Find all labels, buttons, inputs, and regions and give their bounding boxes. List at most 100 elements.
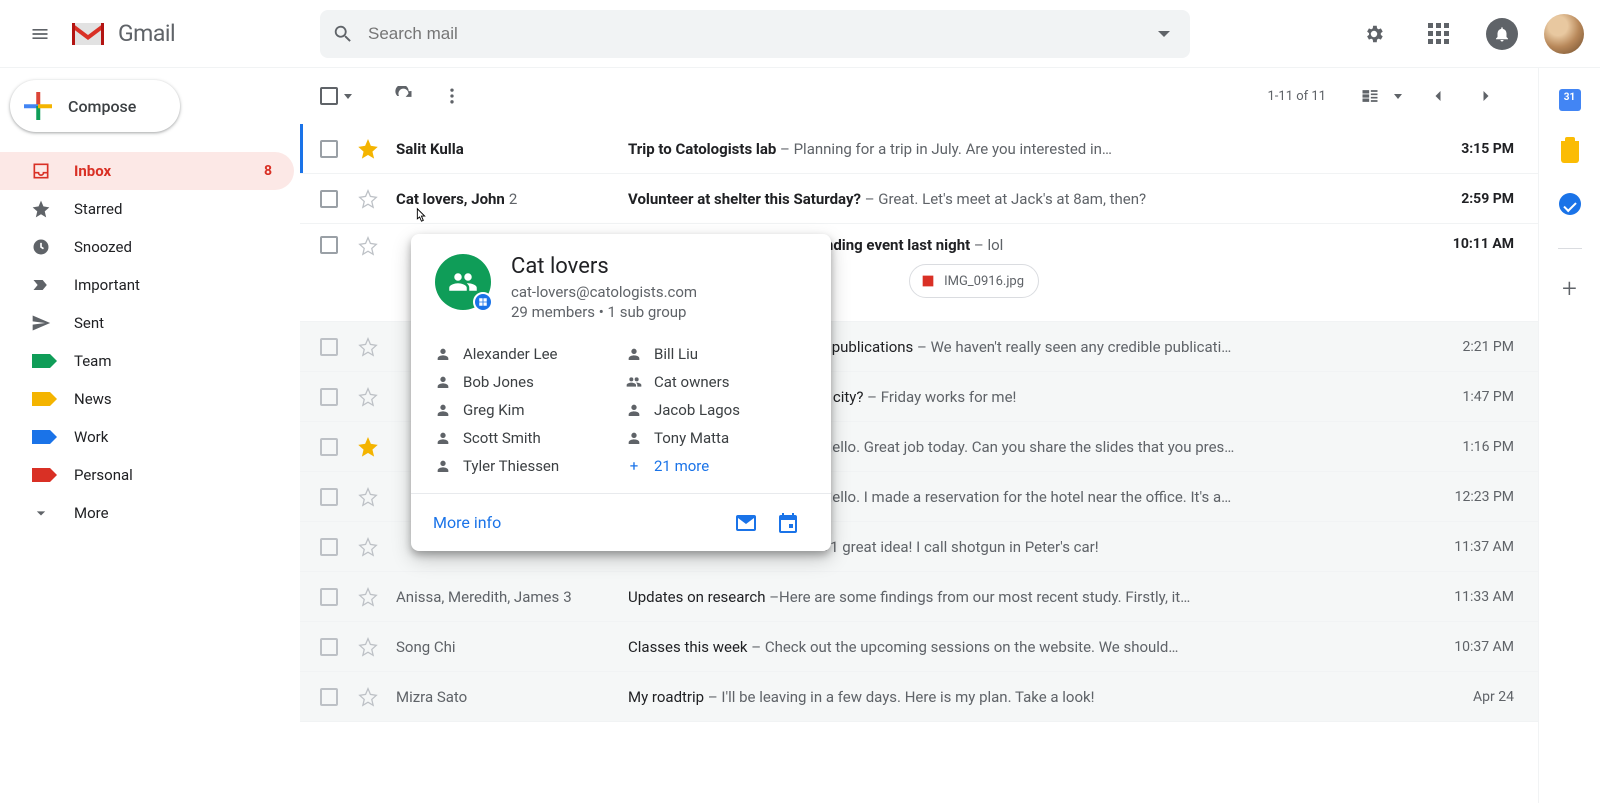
- member-item[interactable]: Bob Jones: [435, 373, 616, 391]
- mail-subject-line: Updates on research –Here are some findi…: [628, 588, 1430, 606]
- person-icon: [626, 430, 642, 446]
- member-item[interactable]: Tyler Thiessen: [435, 457, 616, 475]
- nav-starred[interactable]: Starred: [0, 190, 294, 228]
- mail-checkbox[interactable]: [320, 538, 338, 556]
- density-dropdown[interactable]: [1394, 94, 1402, 99]
- mail-checkbox[interactable]: [320, 588, 338, 606]
- account-avatar[interactable]: [1544, 14, 1584, 54]
- member-item[interactable]: Tony Matta: [626, 429, 807, 447]
- refresh-icon: [394, 86, 414, 106]
- star-toggle[interactable]: [358, 189, 378, 209]
- mail-checkbox[interactable]: [320, 190, 338, 208]
- member-item[interactable]: Bill Liu: [626, 345, 807, 363]
- member-item[interactable]: Scott Smith: [435, 429, 616, 447]
- star-toggle[interactable]: [358, 337, 378, 357]
- group-icon: [448, 267, 478, 297]
- members-more-link[interactable]: +21 more: [626, 457, 807, 475]
- nav-important[interactable]: Important: [0, 266, 294, 304]
- hamburger-icon: [30, 24, 50, 44]
- mail-checkbox[interactable]: [320, 638, 338, 656]
- star-toggle[interactable]: [358, 537, 378, 557]
- mail-sender: Mizra Sato: [396, 688, 628, 706]
- notifications-button[interactable]: [1480, 12, 1524, 56]
- star-toggle[interactable]: [358, 637, 378, 657]
- mail-subject-line: Classes this week – Check out the upcomi…: [628, 638, 1430, 656]
- pagination-range: 1-11 of 11: [1267, 89, 1326, 104]
- star-toggle[interactable]: [358, 387, 378, 407]
- mail-row[interactable]: Anissa, Meredith, James3 Updates on rese…: [300, 572, 1538, 622]
- mail-row[interactable]: Cat lovers, John2 Volunteer at shelter t…: [300, 174, 1538, 224]
- send-email-button[interactable]: [725, 502, 767, 544]
- search-bar[interactable]: [320, 10, 1190, 58]
- star-toggle[interactable]: [358, 487, 378, 507]
- label-icon: [30, 350, 52, 372]
- mail-checkbox[interactable]: [320, 338, 338, 356]
- page-prev-button[interactable]: [1418, 76, 1458, 116]
- refresh-button[interactable]: [384, 76, 424, 116]
- density-icon: [1360, 86, 1380, 106]
- group-icon: [626, 374, 642, 390]
- cursor-pointer-icon: [410, 206, 432, 232]
- schedule-event-button[interactable]: [767, 502, 809, 544]
- mail-time: 11:33 AM: [1454, 589, 1514, 605]
- select-dropdown[interactable]: [344, 94, 352, 99]
- more-info-link[interactable]: More info: [433, 513, 501, 532]
- member-item[interactable]: Alexander Lee: [435, 345, 616, 363]
- nav-snoozed[interactable]: Snoozed: [0, 228, 294, 266]
- search-input[interactable]: [368, 24, 1158, 44]
- member-item[interactable]: Greg Kim: [435, 401, 616, 419]
- mail-sender: Anissa, Meredith, James3: [396, 588, 628, 606]
- mail-checkbox[interactable]: [320, 236, 338, 254]
- more-actions-button[interactable]: [432, 76, 472, 116]
- mail-checkbox[interactable]: [320, 688, 338, 706]
- mail-row[interactable]: Salit Kulla Trip to Catologists lab – Pl…: [300, 124, 1538, 174]
- display-density-button[interactable]: [1350, 76, 1390, 116]
- star-toggle[interactable]: [358, 437, 378, 457]
- get-addons-button[interactable]: +: [1558, 277, 1582, 301]
- keep-addon[interactable]: [1558, 140, 1582, 164]
- sent-icon: [30, 312, 52, 334]
- domain-badge-icon: [473, 292, 493, 312]
- star-toggle[interactable]: [358, 139, 378, 159]
- star-toggle[interactable]: [358, 236, 378, 256]
- gmail-logo-block[interactable]: Gmail: [68, 19, 175, 49]
- settings-button[interactable]: [1352, 12, 1396, 56]
- calendar-icon: [1559, 89, 1581, 111]
- chevron-right-icon: [1476, 86, 1496, 106]
- mail-checkbox[interactable]: [320, 388, 338, 406]
- nav-inbox[interactable]: Inbox 8: [0, 152, 294, 190]
- plus-icon: +: [1562, 274, 1577, 304]
- member-item[interactable]: Jacob Lagos: [626, 401, 807, 419]
- person-icon: [435, 374, 451, 390]
- nav-label-news[interactable]: News: [0, 380, 294, 418]
- main-menu-button[interactable]: [16, 10, 64, 58]
- gear-icon: [1363, 23, 1385, 45]
- calendar-addon[interactable]: [1558, 88, 1582, 112]
- hovercard-title: Cat lovers: [511, 254, 697, 279]
- nav-sent[interactable]: Sent: [0, 304, 294, 342]
- search-options-dropdown[interactable]: [1158, 31, 1170, 37]
- google-apps-button[interactable]: [1416, 12, 1460, 56]
- page-next-button[interactable]: [1466, 76, 1506, 116]
- attachment-chip[interactable]: IMG_0916.jpg: [909, 264, 1039, 298]
- nav-label-team[interactable]: Team: [0, 342, 294, 380]
- mail-row[interactable]: Mizra Sato My roadtrip – I'll be leaving…: [300, 672, 1538, 722]
- nav-label-personal[interactable]: Personal: [0, 456, 294, 494]
- image-file-icon: [920, 273, 936, 289]
- star-toggle[interactable]: [358, 687, 378, 707]
- star-icon: [30, 198, 52, 220]
- mail-checkbox[interactable]: [320, 488, 338, 506]
- nav-more[interactable]: More: [0, 494, 294, 532]
- select-all-checkbox[interactable]: [320, 87, 338, 105]
- mail-checkbox[interactable]: [320, 140, 338, 158]
- tasks-addon[interactable]: [1558, 192, 1582, 216]
- mail-checkbox[interactable]: [320, 438, 338, 456]
- mail-time: 2:59 PM: [1461, 191, 1514, 207]
- inbox-icon: [30, 160, 52, 182]
- hovercard-email: cat-lovers@catologists.com: [511, 283, 697, 301]
- compose-button[interactable]: Compose: [10, 80, 180, 132]
- nav-label-work[interactable]: Work: [0, 418, 294, 456]
- star-toggle[interactable]: [358, 587, 378, 607]
- mail-row[interactable]: Song Chi Classes this week – Check out t…: [300, 622, 1538, 672]
- member-item[interactable]: Cat owners: [626, 373, 807, 391]
